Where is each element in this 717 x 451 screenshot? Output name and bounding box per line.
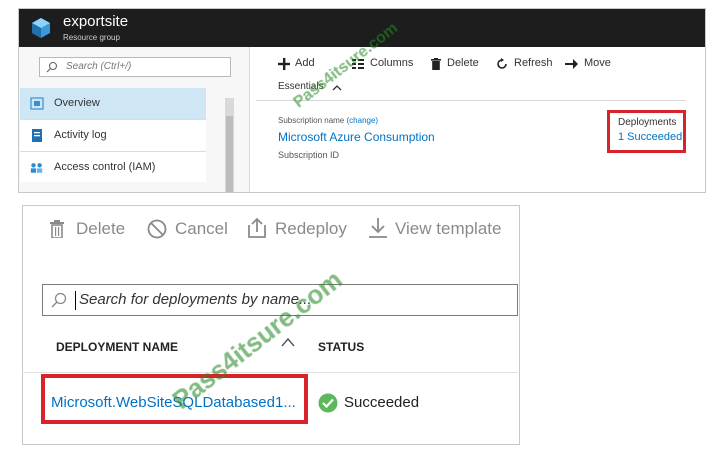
columns-label: Columns: [370, 57, 414, 69]
arrow-right-icon: [565, 59, 578, 69]
sidebar-search-input[interactable]: Search (Ctrl+/): [39, 57, 231, 77]
subscription-change-link[interactable]: (change): [347, 116, 379, 125]
deployments-highlight-box: [607, 110, 686, 153]
access-control-icon: [30, 163, 43, 173]
resource-group-icon: [32, 18, 50, 38]
subscription-id-label: Subscription ID: [278, 150, 340, 160]
page-subtitle: Resource group: [63, 33, 120, 42]
overview-icon: [30, 97, 44, 110]
cancel-icon: [147, 219, 167, 239]
refresh-label: Refresh: [514, 57, 553, 69]
sidebar-item-activity-log[interactable]: Activity log: [20, 120, 206, 152]
delete-label: Delete: [447, 57, 479, 69]
trash-icon: [431, 58, 441, 70]
scrollbar-thumb[interactable]: [226, 116, 233, 192]
header-divider: [22, 372, 518, 373]
sidebar-search-placeholder: Search (Ctrl+/): [66, 61, 132, 72]
add-label: Add: [295, 57, 315, 69]
search-icon: [51, 292, 67, 308]
download-icon: [369, 218, 387, 238]
view-template-label: View template: [395, 219, 502, 238]
column-header-status[interactable]: STATUS: [318, 340, 364, 354]
text-cursor: [75, 291, 76, 310]
sidebar-item-overview[interactable]: Overview: [20, 88, 206, 120]
column-header-deployment-name[interactable]: DEPLOYMENT NAME: [56, 340, 178, 354]
sidebar-item-label: Overview: [54, 97, 100, 109]
search-icon: [46, 61, 58, 73]
deployment-delete-label: Delete: [76, 219, 126, 238]
move-label: Move: [584, 57, 611, 69]
subscription-name-link[interactable]: Microsoft Azure Consumption: [278, 130, 435, 144]
subscription-name-label: Subscription name (change): [278, 116, 379, 125]
refresh-icon: [497, 58, 507, 69]
redeploy-label: Redeploy: [275, 219, 347, 238]
sidebar-item-access-control[interactable]: Access control (IAM): [20, 152, 206, 182]
redeploy-icon: [248, 217, 266, 238]
trash-icon: [50, 220, 64, 238]
activity-log-icon: [32, 129, 42, 142]
deployment-cancel-label: Cancel: [175, 219, 228, 238]
deployment-status: Succeeded: [344, 394, 420, 411]
plus-icon: [278, 58, 290, 70]
sidebar-item-label: Activity log: [54, 129, 107, 141]
sidebar-item-label: Access control (IAM): [54, 161, 156, 173]
success-check-icon: [318, 393, 338, 413]
sidebar-scrollbar[interactable]: [225, 98, 234, 192]
page-title: exportsite: [63, 13, 129, 30]
